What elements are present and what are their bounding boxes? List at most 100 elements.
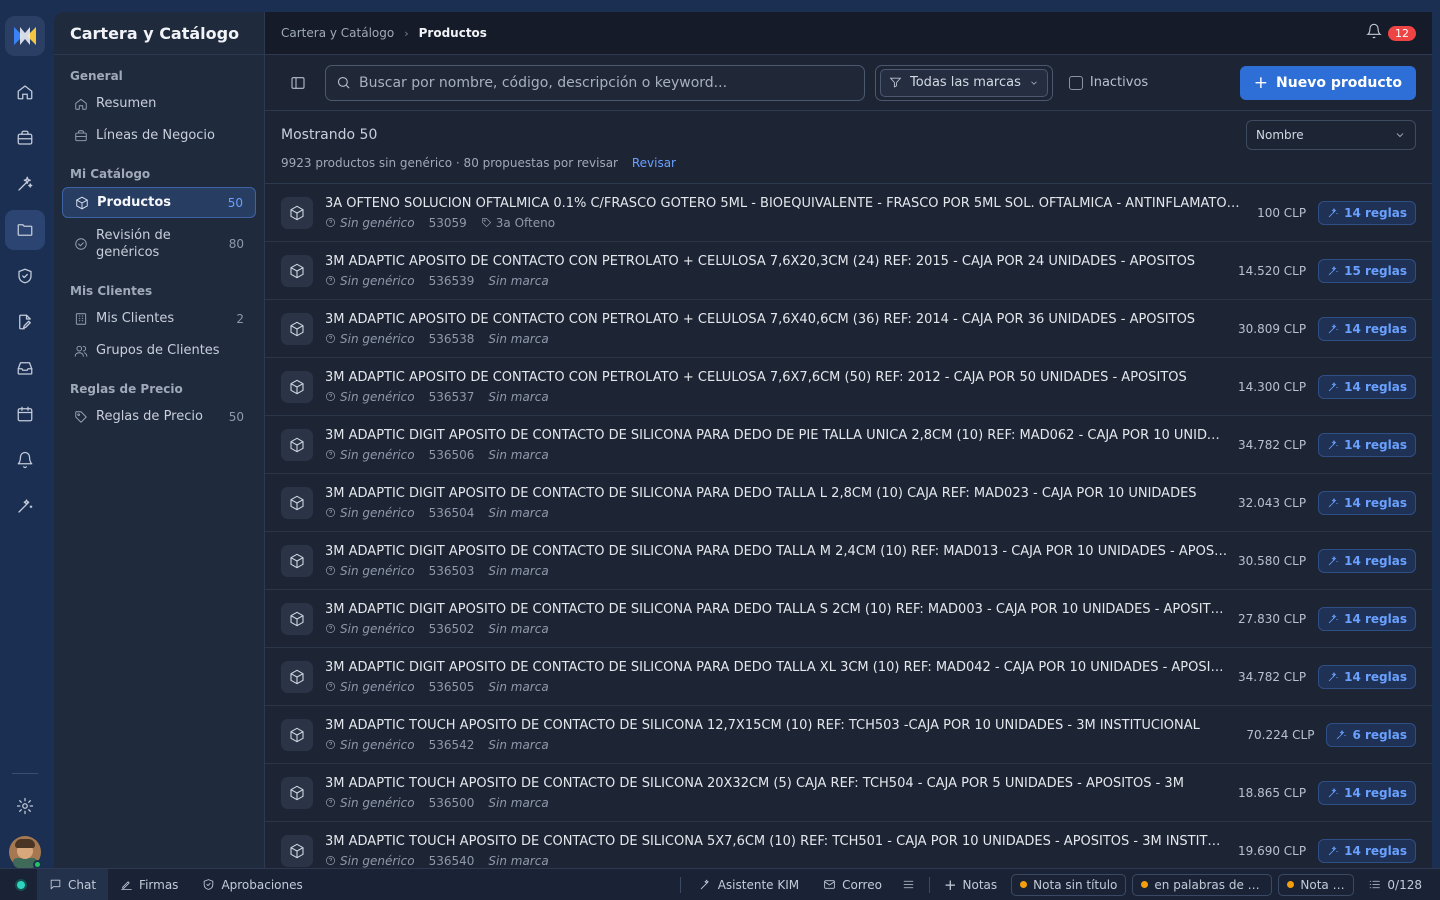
price-rules-badge[interactable]: 14 reglas bbox=[1318, 548, 1416, 573]
product-name[interactable]: 3M ADAPTIC DIGIT APOSITO DE CONTACTO DE … bbox=[325, 428, 1228, 443]
sidebar-item-productos[interactable]: Productos 50 bbox=[62, 187, 256, 218]
product-meta: Sin genérico 536537 Sin marca bbox=[325, 390, 1228, 404]
sidebar-section-heading: Mis Clientes bbox=[70, 284, 153, 298]
price-rules-badge[interactable]: 14 reglas bbox=[1318, 664, 1416, 689]
product-row[interactable]: 3M ADAPTIC DIGIT APOSITO DE CONTACTO DE … bbox=[265, 416, 1432, 474]
product-name[interactable]: 3M ADAPTIC DIGIT APOSITO DE CONTACTO DE … bbox=[325, 544, 1228, 559]
add-note-button[interactable]: + Notas bbox=[936, 869, 1005, 900]
search-box[interactable] bbox=[325, 64, 865, 101]
rail-settings-button[interactable] bbox=[5, 786, 45, 826]
product-row[interactable]: 3M ADAPTIC TOUCH APOSITO DE CONTACTO DE … bbox=[265, 706, 1432, 764]
brand-filter-select[interactable]: Todas las marcas bbox=[880, 68, 1048, 97]
product-row[interactable]: 3M ADAPTIC DIGIT APOSITO DE CONTACTO DE … bbox=[265, 590, 1432, 648]
breadcrumb-root[interactable]: Cartera y Catálogo bbox=[281, 26, 394, 40]
bottom-tab-aprobaciones[interactable]: Aprobaciones bbox=[190, 869, 314, 900]
checkbox-box[interactable] bbox=[1068, 75, 1083, 90]
sidebar-toggle-icon bbox=[291, 76, 305, 89]
rail-button-bell[interactable] bbox=[5, 440, 45, 480]
notes-counter[interactable]: 0/128 bbox=[1354, 869, 1440, 900]
product-name[interactable]: 3M ADAPTIC DIGIT APOSITO DE CONTACTO DE … bbox=[325, 602, 1228, 617]
product-name[interactable]: 3M ADAPTIC TOUCH APOSITO DE CONTACTO DE … bbox=[325, 776, 1228, 791]
product-info: 3M ADAPTIC APOSITO DE CONTACTO CON PETRO… bbox=[325, 370, 1228, 404]
chevron-down-icon bbox=[1031, 80, 1037, 85]
inactive-checkbox[interactable]: Inactivos bbox=[1068, 75, 1149, 90]
product-name[interactable]: 3M ADAPTIC APOSITO DE CONTACTO CON PETRO… bbox=[325, 254, 1228, 269]
sidebar-item-grupos-de-clientes[interactable]: Grupos de Clientes bbox=[62, 336, 256, 365]
rail-button-home[interactable] bbox=[5, 72, 45, 112]
product-name[interactable]: 3M ADAPTIC TOUCH APOSITO DE CONTACTO DE … bbox=[325, 718, 1236, 733]
app-logo[interactable] bbox=[5, 16, 45, 56]
price-rules-badge[interactable]: 14 reglas bbox=[1318, 200, 1416, 225]
price-rules-badge[interactable]: 6 reglas bbox=[1326, 722, 1416, 747]
product-row[interactable]: 3M ADAPTIC DIGIT APOSITO DE CONTACTO DE … bbox=[265, 532, 1432, 590]
product-name[interactable]: 3M ADAPTIC TOUCH APOSITO DE CONTACTO DE … bbox=[325, 834, 1228, 849]
sidebar-item-label: Grupos de Clientes bbox=[96, 343, 220, 358]
note-chip[interactable]: en palabras de fr... bbox=[1132, 873, 1273, 896]
toggle-sidebar-button[interactable] bbox=[281, 75, 315, 91]
assistant-button[interactable]: Asistente KIM bbox=[687, 869, 811, 900]
product-name[interactable]: 3M ADAPTIC DIGIT APOSITO DE CONTACTO DE … bbox=[325, 660, 1228, 675]
rail-button-folder[interactable] bbox=[5, 210, 45, 250]
mail-button[interactable]: Correo bbox=[811, 869, 894, 900]
generic-label: Sin genérico bbox=[340, 853, 415, 868]
user-avatar[interactable] bbox=[9, 836, 42, 869]
rail-button-file-edit[interactable] bbox=[5, 302, 45, 342]
search-input[interactable] bbox=[359, 74, 854, 91]
rail-nav bbox=[5, 56, 45, 526]
logo-icon bbox=[14, 27, 36, 45]
rules-label: 14 reglas bbox=[1344, 785, 1407, 800]
review-link[interactable]: Revisar bbox=[632, 156, 676, 170]
rules-label: 14 reglas bbox=[1344, 495, 1407, 510]
price-rules-badge[interactable]: 14 reglas bbox=[1318, 606, 1416, 631]
sidebar-section: General Resumen Líneas de Negocio bbox=[54, 55, 264, 150]
rail-button-calendar[interactable] bbox=[5, 394, 45, 434]
product-row[interactable]: 3M ADAPTIC TOUCH APOSITO DE CONTACTO DE … bbox=[265, 764, 1432, 822]
rules-label: 14 reglas bbox=[1344, 611, 1407, 626]
price-rules-badge[interactable]: 15 reglas bbox=[1318, 258, 1416, 283]
sort-select[interactable]: Nombre bbox=[1246, 120, 1416, 150]
product-info: 3M ADAPTIC TOUCH APOSITO DE CONTACTO DE … bbox=[325, 718, 1236, 752]
bottom-tab-firmas[interactable]: Firmas bbox=[108, 869, 190, 900]
new-product-button[interactable]: + Nuevo producto bbox=[1239, 65, 1416, 100]
product-row[interactable]: 3M ADAPTIC APOSITO DE CONTACTO CON PETRO… bbox=[265, 300, 1432, 358]
product-name[interactable]: 3M ADAPTIC DIGIT APOSITO DE CONTACTO DE … bbox=[325, 486, 1228, 501]
generic-label: Sin genérico bbox=[340, 331, 415, 346]
assistant-label: Asistente KIM bbox=[717, 877, 800, 892]
product-price: 32.043 CLP bbox=[1238, 495, 1307, 510]
product-row[interactable]: 3M ADAPTIC APOSITO DE CONTACTO CON PETRO… bbox=[265, 242, 1432, 300]
rail-button-briefcase[interactable] bbox=[5, 118, 45, 158]
price-rules-badge[interactable]: 14 reglas bbox=[1318, 316, 1416, 341]
sidebar-item-líneas-de-negocio[interactable]: Líneas de Negocio bbox=[62, 121, 256, 150]
inactive-label: Inactivos bbox=[1089, 75, 1149, 90]
menu-button[interactable] bbox=[894, 869, 923, 900]
sidebar-item-revisión-de-genéricos[interactable]: Revisión de genéricos 80 bbox=[62, 221, 256, 267]
note-chip[interactable]: Nota sin bbox=[1278, 873, 1355, 896]
help-circle-icon bbox=[326, 740, 335, 749]
rail-button-shield-check[interactable] bbox=[5, 256, 45, 296]
sidebar-item-resumen[interactable]: Resumen bbox=[62, 89, 256, 118]
product-row[interactable]: 3M ADAPTIC APOSITO DE CONTACTO CON PETRO… bbox=[265, 358, 1432, 416]
rules-label: 15 reglas bbox=[1344, 263, 1407, 278]
sidebar-item-reglas-de-precio[interactable]: Reglas de Precio 50 bbox=[62, 402, 256, 431]
price-rules-badge[interactable]: 14 reglas bbox=[1318, 374, 1416, 399]
product-name[interactable]: 3A OFTENO SOLUCION OFTALMICA 0.1% C/FRAS… bbox=[325, 196, 1247, 211]
price-rules-badge[interactable]: 14 reglas bbox=[1318, 838, 1416, 863]
product-row[interactable]: 3A OFTENO SOLUCION OFTALMICA 0.1% C/FRAS… bbox=[265, 184, 1432, 242]
price-rules-badge[interactable]: 14 reglas bbox=[1318, 490, 1416, 515]
rail-button-sparkle[interactable] bbox=[5, 164, 45, 204]
product-row[interactable]: 3M ADAPTIC TOUCH APOSITO DE CONTACTO DE … bbox=[265, 822, 1432, 868]
mail-label: Correo bbox=[842, 877, 882, 892]
price-rules-badge[interactable]: 14 reglas bbox=[1318, 432, 1416, 457]
bottom-tab-chat[interactable]: Chat bbox=[37, 868, 109, 900]
rail-button-inbox[interactable] bbox=[5, 348, 45, 388]
shield-check-icon bbox=[18, 268, 32, 284]
price-rules-badge[interactable]: 14 reglas bbox=[1318, 780, 1416, 805]
product-name[interactable]: 3M ADAPTIC APOSITO DE CONTACTO CON PETRO… bbox=[325, 312, 1228, 327]
notifications-button[interactable] bbox=[1366, 23, 1382, 43]
product-row[interactable]: 3M ADAPTIC DIGIT APOSITO DE CONTACTO DE … bbox=[265, 474, 1432, 532]
note-chip[interactable]: Nota sin título bbox=[1011, 873, 1127, 896]
rail-button-magic-wand[interactable] bbox=[5, 486, 45, 526]
product-name[interactable]: 3M ADAPTIC APOSITO DE CONTACTO CON PETRO… bbox=[325, 370, 1228, 385]
sidebar-item-mis-clientes[interactable]: Mis Clientes 2 bbox=[62, 304, 256, 333]
product-row[interactable]: 3M ADAPTIC DIGIT APOSITO DE CONTACTO DE … bbox=[265, 648, 1432, 706]
